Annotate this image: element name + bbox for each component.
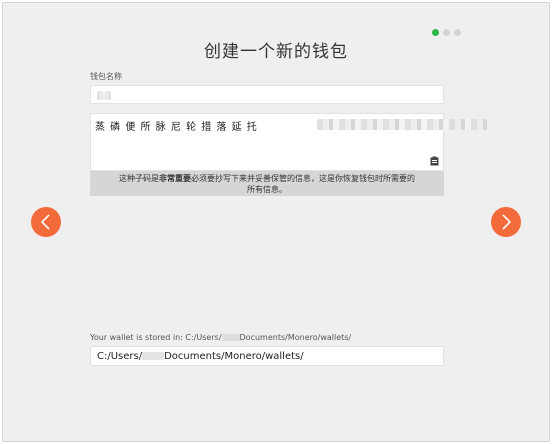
path-prefix: C:/Users/ (97, 351, 143, 362)
notice-suffix: 必须要抄写下来并妥善保管的信息，这是你恢复钱包时所需要的 (191, 174, 415, 183)
prev-button[interactable] (31, 207, 61, 237)
wizard-frame (2, 2, 550, 442)
chevron-left-icon (40, 214, 50, 230)
redacted-seed-words (317, 119, 487, 130)
wallet-path-input[interactable]: C:/Users/Documents/Monero/wallets/ (90, 346, 444, 366)
seed-textarea[interactable]: 蒸 磷 便 所 脉 尼 轮 措 落 延 托 (90, 113, 487, 171)
storage-location-label: Your wallet is stored in: C:/Users/Docum… (90, 333, 351, 342)
wallet-name-input[interactable] (90, 85, 444, 104)
notice-prefix: 这种子码是 (119, 174, 159, 183)
seed-warning: 这种子码是非常重要必须要抄写下来并妥善保管的信息，这是你恢复钱包时所需要的 所有… (90, 171, 444, 196)
path-suffix: Documents/Monero/wallets/ (164, 351, 304, 362)
redacted-username-path (142, 352, 165, 360)
notice-line2: 所有信息。 (247, 185, 287, 194)
step-dot-1 (432, 29, 439, 36)
wallet-path-value: C:/Users/Documents/Monero/wallets/ (97, 351, 304, 362)
next-button[interactable] (491, 207, 521, 237)
seed-words: 蒸 磷 便 所 脉 尼 轮 措 落 延 托 (95, 122, 258, 133)
chevron-right-icon (502, 214, 512, 230)
notice-bold: 非常重要 (159, 174, 191, 183)
wallet-name-label: 钱包名称 (90, 72, 122, 81)
page-title: 创建一个新的钱包 (204, 42, 348, 62)
clipboard-icon[interactable] (430, 156, 439, 166)
step-dot-3 (454, 29, 461, 36)
step-indicator (432, 29, 461, 36)
storage-label-prefix: Your wallet is stored in: C:/Users/ (90, 333, 222, 342)
redacted-name (97, 91, 111, 100)
redacted-username (221, 334, 240, 341)
storage-label-suffix: Documents/Monero/wallets/ (239, 333, 352, 342)
step-dot-2 (443, 29, 450, 36)
